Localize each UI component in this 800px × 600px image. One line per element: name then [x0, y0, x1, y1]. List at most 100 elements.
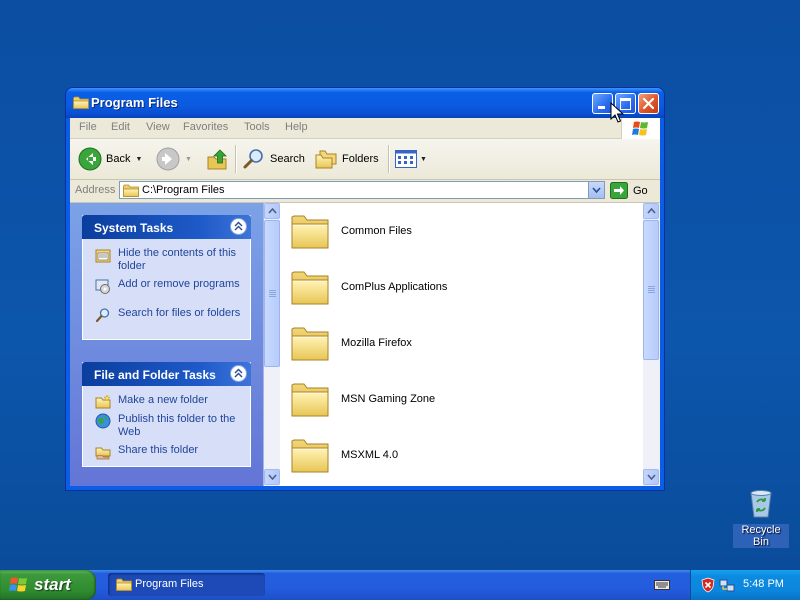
address-dropdown-button[interactable]	[588, 182, 604, 198]
up-folder-icon	[207, 149, 227, 170]
window-title: Program Files	[91, 95, 178, 110]
security-shield-icon[interactable]	[700, 577, 716, 593]
window-client: File Edit View Favorites Tools Help Back…	[70, 118, 660, 486]
chevron-down-icon: ▼	[185, 155, 192, 163]
search-icon	[243, 149, 263, 169]
scroll-thumb[interactable]	[643, 220, 659, 360]
file-list-scrollbar[interactable]	[643, 203, 660, 486]
scroll-up-button[interactable]	[264, 203, 280, 219]
chevron-up-icon	[647, 208, 656, 214]
list-item[interactable]: Common Files	[290, 210, 590, 252]
chevron-down-icon	[268, 474, 277, 480]
scroll-up-button[interactable]	[643, 203, 659, 219]
task-pane: System Tasks Hide the contents of this f…	[70, 203, 263, 486]
share-folder-link[interactable]: Share this folder	[95, 444, 244, 460]
collapse-button[interactable]	[230, 218, 247, 235]
menu-edit[interactable]: Edit	[111, 121, 130, 133]
chevron-up-icon	[268, 208, 277, 214]
hide-folder-contents-link[interactable]: Hide the contents of this folder	[95, 247, 244, 273]
list-item[interactable]: MSXML 4.0	[290, 434, 590, 476]
mouse-cursor-icon	[610, 102, 624, 123]
chevron-up-icon	[234, 221, 243, 231]
forward-button[interactable]: ▼	[156, 145, 192, 173]
menu-favorites[interactable]: Favorites	[183, 121, 228, 133]
folder-icon	[290, 324, 330, 362]
folders-label: Folders	[342, 153, 379, 165]
keyboard-icon[interactable]	[654, 578, 670, 591]
menu-help[interactable]: Help	[285, 121, 308, 133]
publish-web-icon	[95, 413, 111, 429]
folder-icon	[290, 268, 330, 306]
back-button[interactable]: Back ▼	[78, 145, 142, 173]
toolbar-separator	[388, 145, 390, 173]
start-label: start	[34, 575, 71, 594]
publish-folder-web-link[interactable]: Publish this folder to the Web	[95, 413, 244, 439]
recycle-bin-label: Recycle Bin	[733, 524, 789, 548]
chevron-up-icon	[234, 368, 243, 378]
taskbar: start Program Files 5:48 PM	[0, 570, 800, 600]
go-button[interactable]: Go	[610, 181, 658, 200]
forward-arrow-icon	[156, 147, 180, 171]
address-bar: Address C:\Program Files Go	[70, 180, 660, 203]
folder-icon	[116, 578, 132, 591]
minimize-icon	[598, 106, 605, 109]
collapse-button[interactable]	[230, 365, 247, 382]
folders-icon	[315, 150, 337, 169]
close-icon	[642, 97, 655, 110]
list-item[interactable]: ComPlus Applications	[290, 266, 590, 308]
windows-logo-icon	[9, 577, 27, 592]
views-button[interactable]: ▼	[395, 145, 427, 173]
panel-title: System Tasks	[94, 221, 174, 235]
panel-title: File and Folder Tasks	[94, 368, 216, 382]
system-tray: 5:48 PM	[690, 570, 800, 600]
make-new-folder-link[interactable]: Make a new folder	[95, 394, 244, 409]
system-tasks-header[interactable]: System Tasks	[82, 215, 251, 239]
clock: 5:48 PM	[743, 578, 784, 590]
folder-icon	[290, 212, 330, 250]
address-label: Address	[75, 184, 116, 196]
chevron-down-icon[interactable]: ▼	[420, 156, 427, 163]
search-button[interactable]: Search	[242, 145, 305, 173]
list-item[interactable]: MSN Gaming Zone	[290, 378, 590, 420]
title-bar[interactable]: Program Files	[66, 88, 664, 118]
scroll-thumb[interactable]	[264, 220, 280, 367]
task-pane-scrollbar[interactable]	[263, 203, 280, 486]
go-arrow-icon	[610, 182, 628, 199]
file-folder-tasks-header[interactable]: File and Folder Tasks	[82, 362, 251, 386]
folder-contents-icon	[95, 249, 111, 263]
chevron-down-icon[interactable]: ▼	[135, 156, 142, 163]
new-folder-icon	[95, 394, 111, 409]
menu-bar: File Edit View Favorites Tools Help	[70, 118, 660, 140]
windows-logo-icon	[621, 118, 660, 140]
search-label: Search	[270, 153, 305, 165]
scroll-down-button[interactable]	[643, 469, 659, 485]
menu-view[interactable]: View	[146, 121, 170, 133]
folder-icon	[290, 436, 330, 474]
toolbar: Back ▼ ▼ Search Folders ▼	[70, 139, 660, 180]
list-item[interactable]: Mozilla Firefox	[290, 322, 590, 364]
recycle-bin[interactable]: Recycle Bin	[733, 487, 789, 548]
back-label: Back	[106, 153, 131, 165]
search-files-link[interactable]: Search for files or folders	[95, 307, 244, 331]
back-arrow-icon	[78, 147, 102, 171]
toolbar-separator	[235, 145, 237, 173]
scroll-down-button[interactable]	[264, 469, 280, 485]
folder-icon	[73, 96, 89, 109]
explorer-window: Program Files File Edit View Favorites T…	[66, 88, 664, 490]
start-button[interactable]: start	[0, 570, 96, 600]
chevron-down-icon	[647, 474, 656, 480]
up-folder-button[interactable]	[206, 145, 230, 173]
add-remove-programs-link[interactable]: Add or remove programs	[95, 278, 244, 302]
network-icon[interactable]	[719, 577, 735, 593]
menu-file[interactable]: File	[79, 121, 97, 133]
views-icon	[395, 150, 417, 168]
address-input[interactable]: C:\Program Files	[119, 181, 605, 199]
folder-icon	[123, 184, 139, 197]
close-button[interactable]	[638, 93, 659, 114]
system-tasks-panel: System Tasks Hide the contents of this f…	[82, 215, 251, 340]
menu-tools[interactable]: Tools	[244, 121, 270, 133]
folder-icon	[290, 380, 330, 418]
taskbar-item-program-files[interactable]: Program Files	[108, 573, 265, 596]
folders-button[interactable]: Folders	[314, 145, 379, 173]
file-folder-tasks-panel: File and Folder Tasks Make a new folder	[82, 362, 251, 467]
